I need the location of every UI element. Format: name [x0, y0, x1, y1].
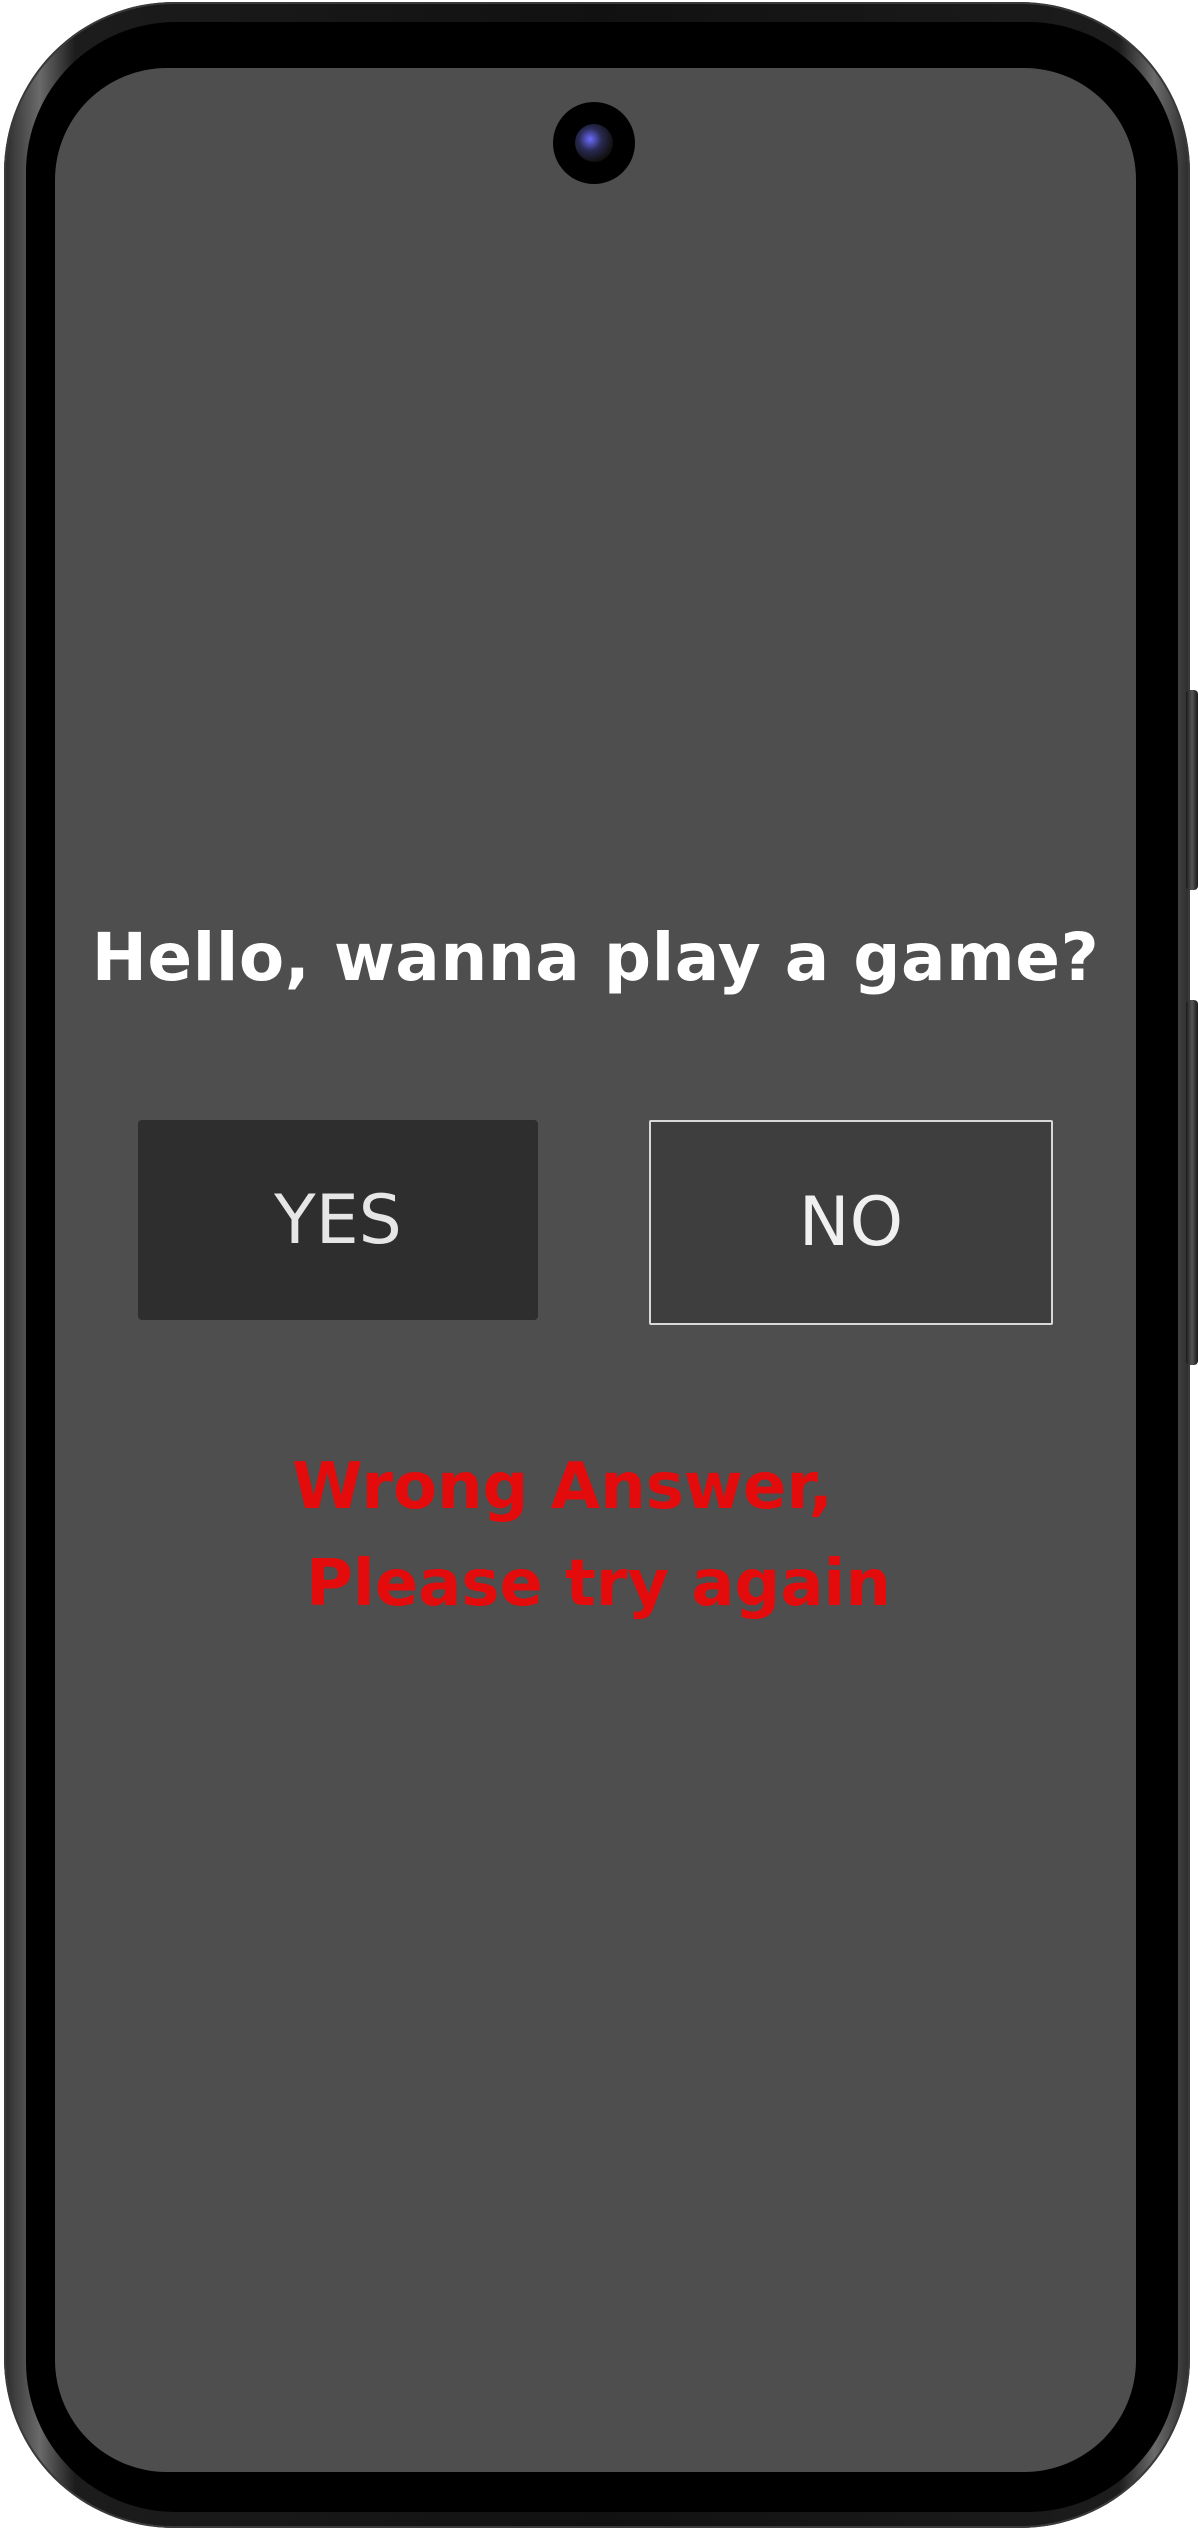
- phone-screen: Hello, wanna play a game? YES NO Wrong A…: [55, 68, 1136, 2472]
- error-message-line-2: Please try again: [305, 1547, 892, 1621]
- volume-button: [1186, 690, 1198, 890]
- no-button[interactable]: NO: [649, 1120, 1053, 1325]
- error-message: Wrong Answer, Please try again: [55, 1439, 1136, 1633]
- yes-button[interactable]: YES: [138, 1120, 538, 1320]
- question-text: Hello, wanna play a game?: [91, 919, 1100, 996]
- power-button: [1186, 1000, 1198, 1365]
- front-camera-icon: [553, 102, 635, 184]
- camera-lens: [575, 124, 613, 162]
- error-message-line-1: Wrong Answer,: [292, 1450, 833, 1524]
